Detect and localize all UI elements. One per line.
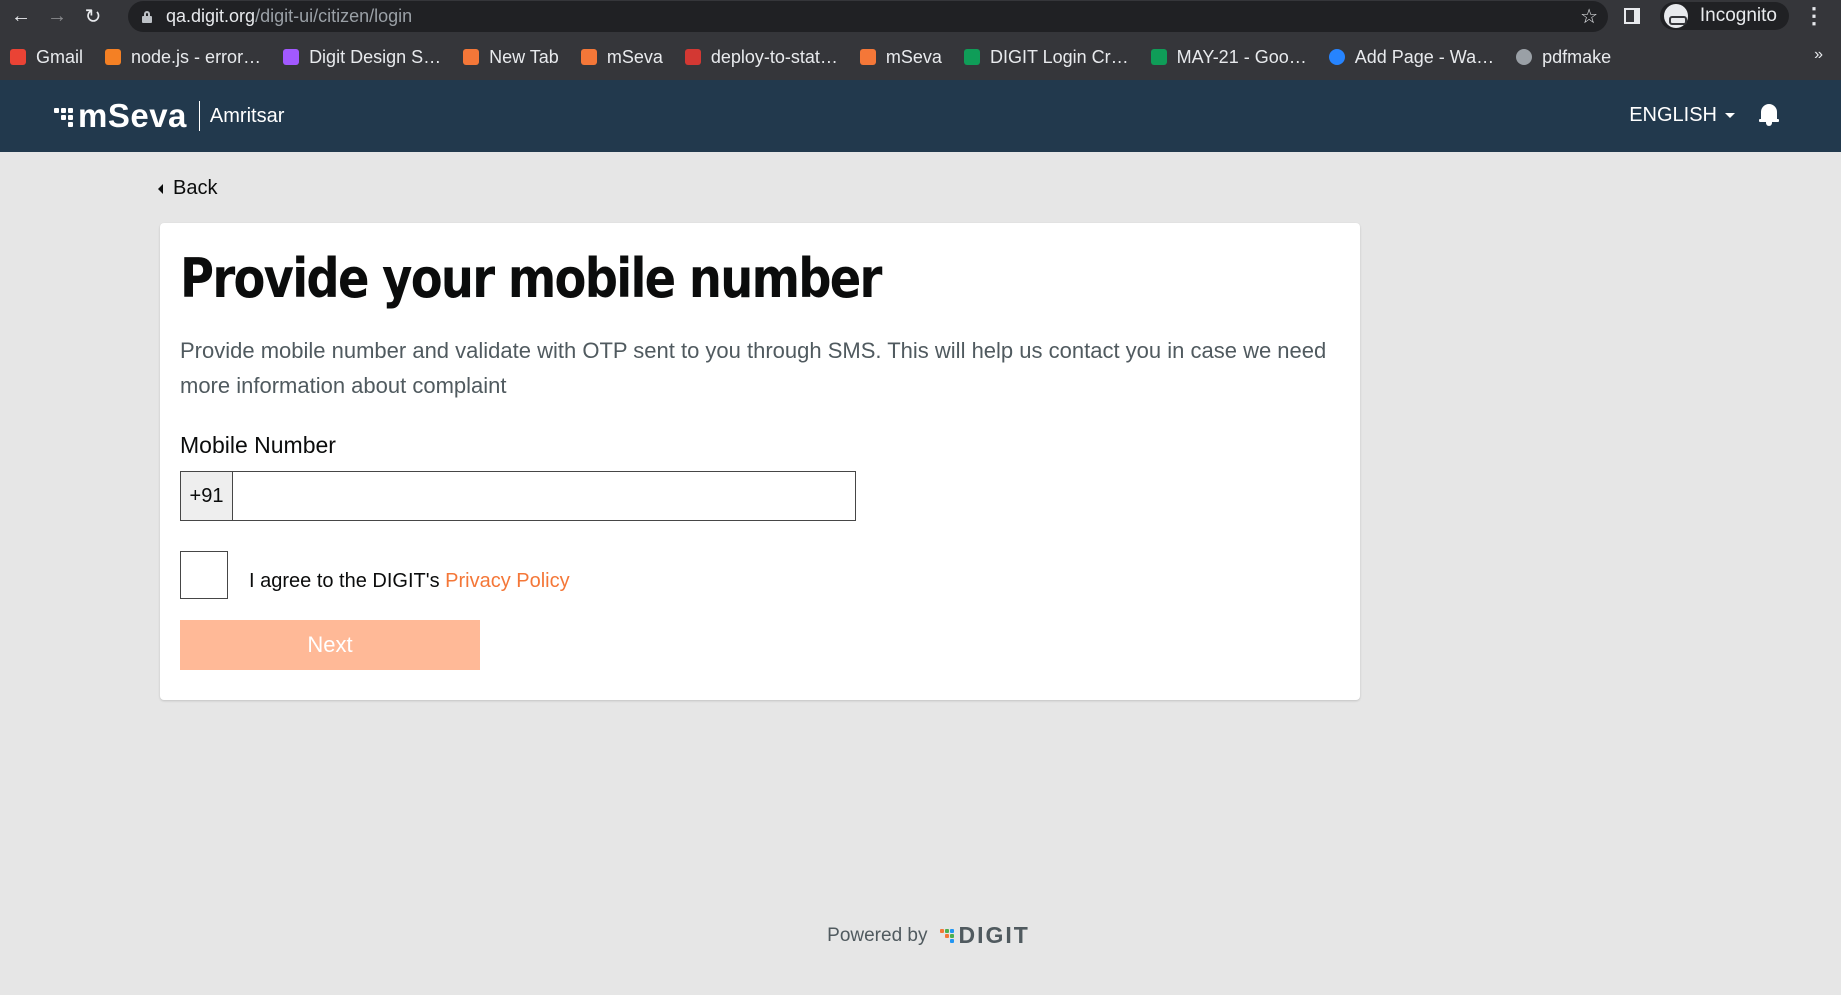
gmail-icon	[10, 49, 26, 65]
agree-text: I agree to the DIGIT's	[249, 570, 446, 592]
city-name: Amritsar	[209, 104, 285, 127]
next-button[interactable]: Next	[180, 620, 480, 670]
logo-text: mSeva	[78, 97, 187, 134]
bookmark-item[interactable]: pdfmake	[1516, 47, 1611, 68]
page-description: Provide mobile number and validate with …	[180, 338, 1327, 398]
language-label: ENGLISH	[1629, 104, 1717, 126]
bookmark-label: New Tab	[489, 46, 559, 67]
bookmark-item[interactable]: Digit Design S…	[283, 47, 441, 68]
back-link[interactable]: Back	[158, 177, 217, 200]
reload-icon[interactable]: ↻	[78, 1, 108, 31]
bookmark-label: node.js - error…	[131, 46, 262, 67]
bookmark-item[interactable]: node.js - error…	[105, 47, 261, 68]
mobile-number-group: +91	[180, 471, 856, 521]
incognito-label: Incognito	[1699, 5, 1777, 26]
url-path: /digit-ui/citizen/login	[255, 6, 413, 26]
bookmark-item[interactable]: DIGIT Login Cr…	[963, 46, 1129, 68]
back-label: Back	[173, 177, 218, 199]
side-panel-icon[interactable]	[1623, 8, 1640, 24]
jenkins-icon	[684, 49, 701, 65]
bookmark-item[interactable]: New Tab	[463, 47, 559, 68]
page-title: Provide your mobile number	[180, 247, 882, 310]
footer: Powered by DIGIT	[0, 922, 1841, 949]
incognito-icon	[1663, 4, 1688, 28]
url-host: qa.digit.org	[166, 6, 256, 26]
stackoverflow-icon	[105, 49, 122, 65]
bookmark-item[interactable]: mSeva	[580, 46, 663, 68]
caret-down-icon	[1725, 113, 1735, 118]
mseva-dots-icon	[859, 49, 876, 65]
bookmark-item[interactable]: mSeva	[859, 46, 942, 68]
bookmark-label: deploy-to-stat…	[710, 46, 838, 67]
incognito-indicator[interactable]: Incognito	[1659, 2, 1789, 30]
bookmark-label: Add Page - Wa…	[1354, 46, 1495, 67]
notification-bell-icon[interactable]	[1759, 102, 1779, 126]
bookmark-label: Digit Design S…	[309, 46, 442, 67]
country-code-prefix: +91	[180, 471, 232, 521]
bookmark-item[interactable]: deploy-to-stat…	[684, 46, 838, 68]
mseva-logo-icon	[54, 105, 76, 127]
bookmark-label: mSeva	[885, 46, 942, 67]
bookmark-label: mSeva	[606, 46, 663, 67]
bookmark-label: pdfmake	[1542, 46, 1612, 67]
globe-icon	[1516, 49, 1533, 65]
forward-arrow-icon[interactable]: →	[42, 1, 72, 31]
bookmark-item[interactable]: Add Page - Wa…	[1328, 46, 1495, 68]
address-bar[interactable]: qa.digit.org/digit-ui/citizen/login ☆	[128, 1, 1608, 32]
logo-divider	[198, 101, 200, 131]
bookmarks-bar: Gmail node.js - error… Digit Design S… New …	[0, 42, 1841, 72]
bookmark-item[interactable]: Gmail	[10, 47, 83, 68]
language-selector[interactable]: ENGLISH	[1629, 104, 1735, 127]
bookmark-item[interactable]: MAY-21 - Goo…	[1150, 46, 1307, 68]
privacy-agree-label: I agree to the DIGIT's Privacy Policy	[249, 570, 570, 593]
figma-icon	[283, 49, 300, 65]
bookmark-label: Gmail	[36, 46, 84, 67]
browser-chrome: ← → ↻ qa.digit.org/digit-ui/citizen/logi…	[0, 0, 1841, 80]
bookmark-label: MAY-21 - Goo…	[1176, 46, 1307, 67]
powered-by-text: Powered by	[827, 924, 928, 946]
browser-menu-icon[interactable]: ⋮	[1803, 3, 1825, 29]
privacy-policy-link[interactable]: Privacy Policy	[445, 570, 569, 592]
mseva-dots-icon	[580, 49, 597, 65]
caret-left-icon	[158, 183, 163, 194]
login-card: Provide your mobile number Provide mobil…	[160, 223, 1360, 700]
sheets-icon	[963, 49, 980, 65]
bookmarks-overflow-icon[interactable]: »	[1814, 46, 1823, 64]
app-header: mSeva Amritsar ENGLISH	[0, 80, 1841, 152]
bookmark-label: DIGIT Login Cr…	[989, 46, 1129, 67]
mobile-number-label: Mobile Number	[180, 432, 336, 458]
sheets-icon	[1150, 49, 1167, 65]
privacy-agree-checkbox[interactable]	[180, 551, 228, 599]
bookmark-star-icon[interactable]: ☆	[1580, 4, 1598, 29]
digit-brand: DIGIT	[958, 922, 1030, 948]
mobile-number-input[interactable]	[232, 471, 856, 521]
browser-right-controls: Incognito ⋮	[1623, 0, 1841, 32]
back-arrow-icon[interactable]: ←	[6, 1, 36, 31]
mseva-dots-icon	[463, 49, 480, 65]
digit-logo-icon	[939, 927, 954, 945]
confluence-icon	[1328, 49, 1345, 65]
lock-icon[interactable]	[142, 10, 152, 23]
